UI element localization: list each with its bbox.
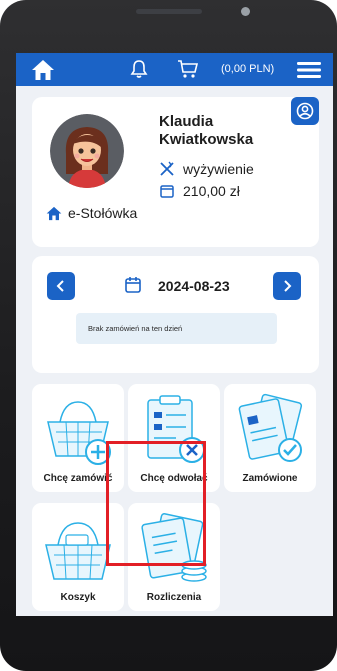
user-name: Klaudia Kwiatkowska [159,113,253,149]
avatar [50,114,124,188]
profile-card: Klaudia Kwiatkowska wyżywienie 210,00 zł [32,97,319,247]
school-row: e-Stołówka [46,205,137,221]
school-name: e-Stołówka [68,205,138,221]
phone-bezel-top [0,0,337,46]
chevron-left-icon [56,280,64,292]
cart-total[interactable]: (0,00 PLN) [221,53,274,86]
home-small-icon [46,206,62,221]
cart-icon[interactable] [176,58,200,80]
chevron-right-icon [284,280,292,292]
front-camera [241,7,250,16]
tile-ordered-label: Zamówione [242,473,298,484]
home-icon[interactable] [30,58,56,82]
prev-day-button[interactable] [47,272,75,300]
bell-icon[interactable] [128,58,150,80]
user-first-name: Klaudia [159,113,214,130]
phone-frame: (0,00 PLN) Klaudia Kwiatkowska wyżywieni… [0,0,337,671]
basket-icon [45,522,111,580]
tile-ordered[interactable]: Zamówione [224,384,316,492]
documents-check-icon [238,393,303,462]
next-day-button[interactable] [273,272,301,300]
balance-row: 210,00 zł [159,183,240,199]
hamburger-icon[interactable] [296,59,322,81]
cutlery-icon [159,161,177,177]
tile-settlements-label: Rozliczenia [146,592,202,603]
selected-date[interactable]: 2024-08-23 [158,278,230,294]
basket-plus-icon [47,401,111,465]
phone-bottom-bezel [0,616,337,671]
plan-label: wyżywienie [183,161,254,177]
date-card: 2024-08-23 Brak zamówień na ten dzień [32,256,319,373]
top-bar: (0,00 PLN) [16,53,333,86]
user-last-name: Kwiatkowska [159,131,254,148]
wallet-icon [159,183,177,199]
tile-basket-label: Koszyk [60,592,96,603]
speaker-grille [136,9,202,14]
highlight-box [106,441,206,566]
calendar-icon [124,276,142,299]
balance-value: 210,00 zł [183,183,240,199]
account-settings-button[interactable] [291,97,319,125]
empty-orders-message: Brak zamówień na ten dzień [76,313,277,344]
user-circle-icon [296,102,314,120]
plan-row: wyżywienie [159,161,254,177]
